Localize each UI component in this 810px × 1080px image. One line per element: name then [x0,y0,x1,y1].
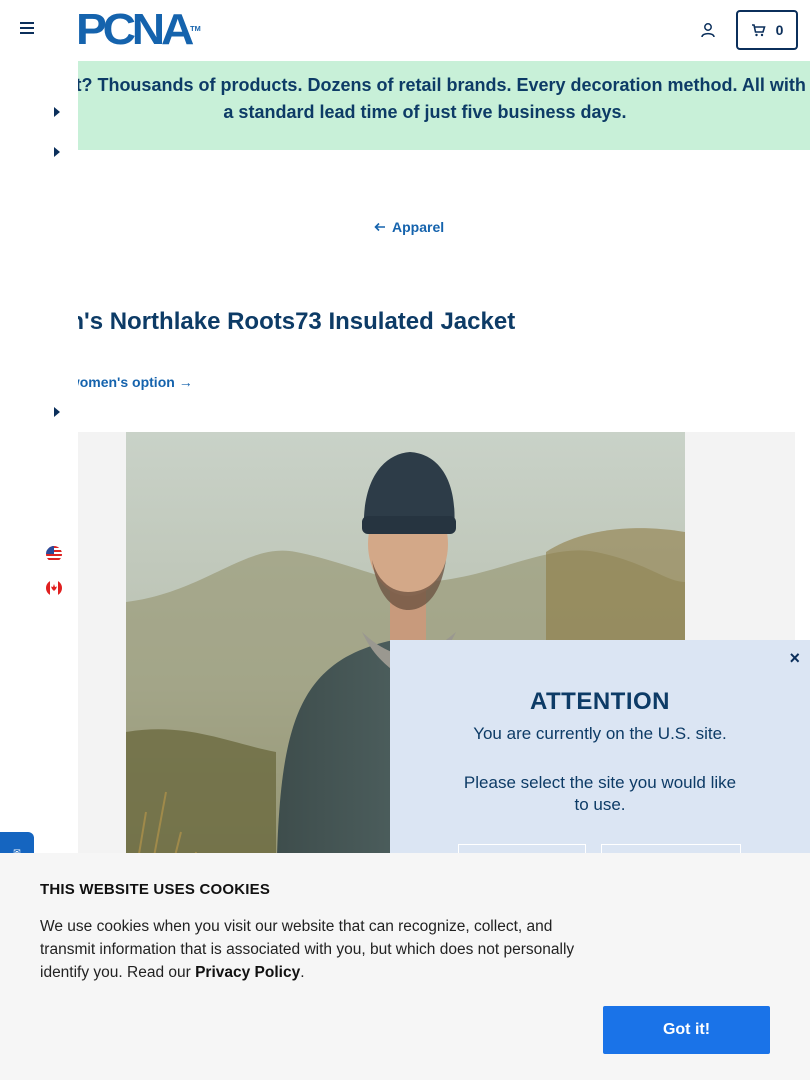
cookie-text-end: . [300,964,305,981]
caret-right-icon[interactable] [54,107,60,117]
modal-subtitle: You are currently on the U.S. site. [473,724,727,743]
cookie-text-body: We use cookies when you visit our websit… [40,918,575,981]
logo-text: PCNA [76,5,194,54]
pcna-logo[interactable]: PCNATM [76,8,201,52]
caret-right-icon[interactable] [54,147,60,157]
back-to-category-link[interactable]: Apparel [374,219,444,235]
us-flag-icon[interactable] [46,546,62,562]
modal-body: Please select the site you would like to… [463,773,737,814]
arrow-left-icon [374,222,385,232]
cookie-title: THIS WEBSITE USES COOKIES [40,881,271,898]
hamburger-menu-icon[interactable] [20,22,36,38]
account-icon[interactable] [700,22,716,38]
arrow-right-icon: → [178,374,193,390]
caret-right-icon[interactable] [54,407,60,417]
modal-title: ATTENTION [529,688,671,715]
accept-cookies-button[interactable]: Got it! [603,1006,770,1054]
canada-flag-icon[interactable] [46,580,62,596]
privacy-policy-link[interactable]: Privacy Policy [195,964,300,981]
site-header: PCNATM 0 [0,0,810,61]
close-icon[interactable]: × [789,648,800,669]
cookie-banner: THIS WEBSITE USES COOKIES We use cookies… [0,853,810,1080]
product-title: Men's Northlake Roots73 Insulated Jacket [36,308,516,335]
cart-count: 0 [775,22,784,38]
logo-trademark: TM [190,26,201,33]
cart-icon [751,24,766,37]
cookie-text: We use cookies when you visit our websit… [40,915,610,984]
cart-button[interactable]: 0 [736,10,798,50]
back-link-label: Apparel [392,219,445,235]
page: Wait? Thousands of products. Dozens of r… [0,0,810,1080]
promo-banner-text: Wait? Thousands of products. Dozens of r… [44,75,806,122]
